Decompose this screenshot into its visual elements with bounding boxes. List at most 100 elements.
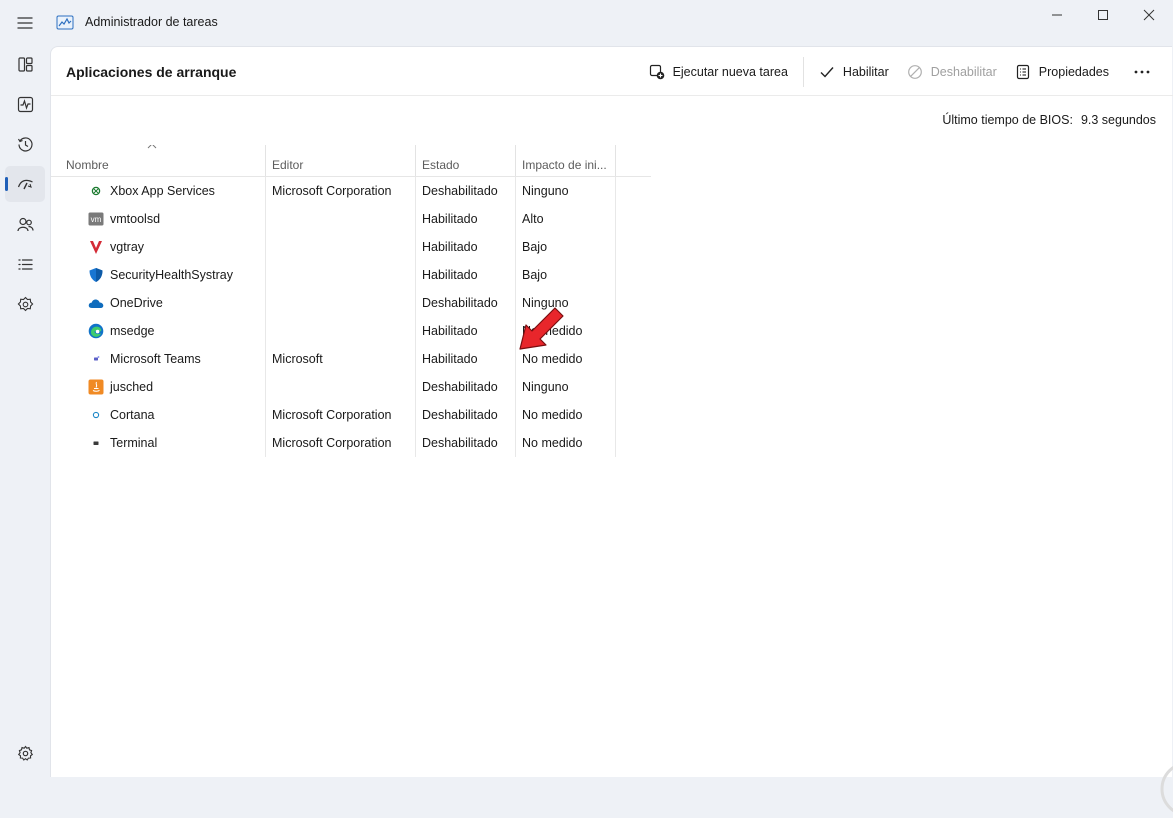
bios-time-value: 9.3 segundos bbox=[1080, 113, 1156, 127]
enable-button[interactable]: Habilitar bbox=[810, 57, 898, 87]
cell-status: Deshabilitado bbox=[416, 373, 516, 401]
cell-publisher bbox=[266, 373, 416, 401]
startup-gauge-icon bbox=[17, 179, 33, 189]
close-button[interactable] bbox=[1126, 0, 1172, 30]
sort-ascending-icon bbox=[147, 145, 157, 149]
cell-name: vgtray bbox=[51, 233, 266, 261]
cell-status: Deshabilitado bbox=[416, 289, 516, 317]
java-icon bbox=[88, 379, 104, 395]
table-body: Xbox App Services Microsoft Corporation … bbox=[51, 177, 651, 457]
table-header: Nombre Editor Estado Impacto de ini... bbox=[51, 145, 651, 177]
command-bar: Ejecutar nueva tarea Habilitar Deshabili… bbox=[640, 57, 1172, 87]
checkmark-icon bbox=[820, 67, 834, 78]
performance-chart-icon bbox=[17, 96, 33, 112]
app-name: Cortana bbox=[110, 408, 155, 422]
run-new-task-button[interactable]: Ejecutar nueva tarea bbox=[640, 57, 797, 87]
properties-icon bbox=[1016, 64, 1029, 80]
minimize-button[interactable] bbox=[1034, 0, 1080, 30]
maximize-button[interactable] bbox=[1080, 0, 1126, 30]
disable-label: Deshabilitar bbox=[930, 65, 997, 79]
app-name: SecurityHealthSystray bbox=[110, 268, 233, 282]
disable-button[interactable]: Deshabilitar bbox=[898, 57, 1006, 87]
hamburger-menu-icon[interactable] bbox=[14, 12, 36, 34]
cell-publisher: Microsoft Corporation bbox=[266, 401, 416, 429]
nav-performance[interactable] bbox=[5, 86, 45, 122]
cell-impact: Alto bbox=[516, 205, 616, 233]
table-row[interactable]: Terminal Microsoft Corporation Deshabili… bbox=[51, 429, 651, 457]
maximize-icon bbox=[1098, 10, 1108, 20]
column-header-publisher[interactable]: Editor bbox=[266, 145, 416, 176]
cell-impact: No medido bbox=[516, 317, 616, 345]
cell-publisher: Microsoft Corporation bbox=[266, 429, 416, 457]
table-row[interactable]: vm vmtoolsd Habilitado Alto bbox=[51, 205, 651, 233]
more-options-button[interactable] bbox=[1124, 57, 1160, 87]
nav-settings[interactable] bbox=[5, 735, 45, 771]
column-header-label: Impacto de ini... bbox=[522, 158, 607, 172]
gear-icon bbox=[17, 745, 33, 761]
disable-circle-icon bbox=[907, 65, 922, 79]
cell-publisher bbox=[266, 205, 416, 233]
command-separator bbox=[802, 57, 804, 87]
app-name: msedge bbox=[110, 324, 155, 338]
cell-status: Deshabilitado bbox=[416, 177, 516, 205]
startup-apps-table: Nombre Editor Estado Impacto de ini... X… bbox=[51, 145, 651, 457]
cell-publisher bbox=[266, 261, 416, 289]
cell-name: jusched bbox=[51, 373, 266, 401]
run-new-task-label: Ejecutar nueva tarea bbox=[672, 65, 788, 79]
details-list-icon bbox=[17, 258, 33, 270]
processes-grid-icon bbox=[17, 56, 33, 72]
table-row[interactable]: SecurityHealthSystray Habilitado Bajo bbox=[51, 261, 651, 289]
table-row[interactable]: msedge Habilitado No medido bbox=[51, 317, 651, 345]
vmware-icon: vm bbox=[88, 212, 104, 226]
column-header-status[interactable]: Estado bbox=[416, 145, 516, 176]
cell-status: Habilitado bbox=[416, 345, 516, 373]
app-name: vgtray bbox=[110, 240, 145, 254]
cell-status: Habilitado bbox=[416, 233, 516, 261]
table-row[interactable]: jusched Deshabilitado Ninguno bbox=[51, 373, 651, 401]
cell-publisher: Microsoft Corporation bbox=[266, 177, 416, 205]
table-row[interactable]: Cortana Microsoft Corporation Deshabilit… bbox=[51, 401, 651, 429]
column-header-label: Nombre bbox=[66, 158, 109, 172]
nav-details[interactable] bbox=[5, 246, 45, 282]
teams-icon bbox=[94, 356, 100, 361]
nav-app-history[interactable] bbox=[5, 126, 45, 162]
cell-status: Deshabilitado bbox=[416, 429, 516, 457]
table-row[interactable]: Microsoft Teams Microsoft Habilitado No … bbox=[51, 345, 651, 373]
cell-impact: No medido bbox=[516, 429, 616, 457]
close-icon bbox=[1143, 9, 1155, 21]
cell-name: Microsoft Teams bbox=[51, 345, 266, 373]
table-row[interactable]: Xbox App Services Microsoft Corporation … bbox=[51, 177, 651, 205]
edge-icon bbox=[88, 323, 104, 339]
cell-impact: Ninguno bbox=[516, 373, 616, 401]
cell-publisher bbox=[266, 289, 416, 317]
table-row[interactable]: OneDrive Deshabilitado Ninguno bbox=[51, 289, 651, 317]
minimize-icon bbox=[1052, 14, 1062, 16]
cell-name: SecurityHealthSystray bbox=[51, 261, 266, 289]
cell-name: Xbox App Services bbox=[51, 177, 266, 205]
run-new-task-icon bbox=[649, 64, 664, 80]
nav-services[interactable] bbox=[5, 286, 45, 322]
task-manager-app-icon bbox=[56, 14, 74, 32]
column-header-label: Estado bbox=[422, 158, 460, 172]
nav-users[interactable] bbox=[5, 206, 45, 242]
column-header-name[interactable]: Nombre bbox=[51, 145, 266, 176]
cell-publisher bbox=[266, 233, 416, 261]
cell-name: Cortana bbox=[51, 401, 266, 429]
column-header-impact[interactable]: Impacto de ini... bbox=[516, 145, 616, 176]
app-name: Microsoft Teams bbox=[110, 352, 201, 366]
valorant-vanguard-icon bbox=[90, 241, 102, 254]
cell-publisher bbox=[266, 317, 416, 345]
nav-processes[interactable] bbox=[5, 46, 45, 82]
cell-impact: Ninguno bbox=[516, 289, 616, 317]
cell-status: Habilitado bbox=[416, 317, 516, 345]
xbox-icon bbox=[91, 186, 101, 196]
navigation-rail bbox=[0, 46, 50, 778]
nav-startup-apps[interactable] bbox=[5, 166, 45, 202]
enable-label: Habilitar bbox=[842, 65, 889, 79]
cell-status: Habilitado bbox=[416, 261, 516, 289]
cell-impact: No medido bbox=[516, 401, 616, 429]
table-row[interactable]: vgtray Habilitado Bajo bbox=[51, 233, 651, 261]
page-title: Aplicaciones de arranque bbox=[66, 64, 237, 80]
properties-button[interactable]: Propiedades bbox=[1006, 57, 1118, 87]
bios-time-label: Último tiempo de BIOS: bbox=[942, 113, 1073, 127]
